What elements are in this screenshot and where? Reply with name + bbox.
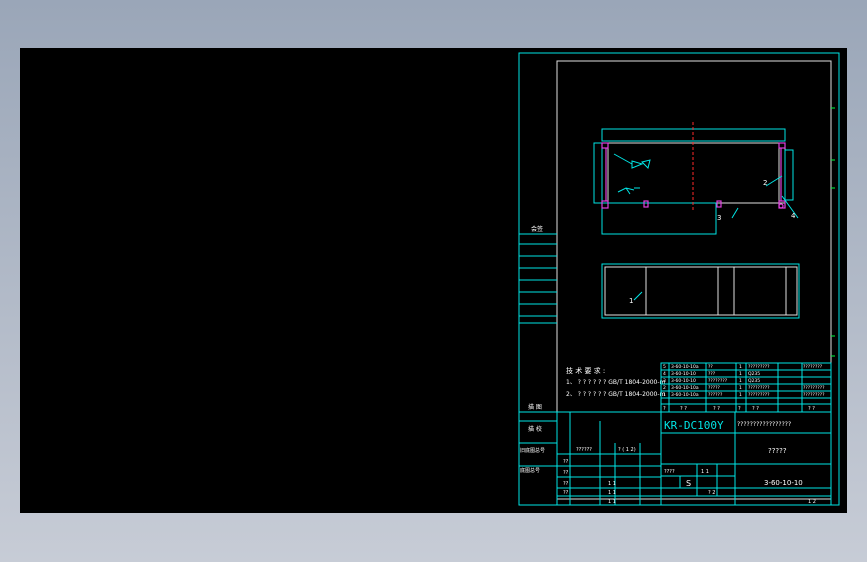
notes-line-1: 1、 ? ? ? ? ? ? GB/T 1804-2000-m xyxy=(566,379,666,386)
parts-list: 5 3-60-10-10a?? 1????????? ???????? 4 3-60-10… xyxy=(660,362,832,413)
parts-row-note: ???????? xyxy=(803,364,823,370)
label-jiaodui: 描 校 xyxy=(528,425,542,433)
drawing-sheet: 会签 2 4 3 1 技 术 要 求: 1、 ? ? ? ? ? ? GB/T… xyxy=(518,52,840,506)
cell-q2: ?? xyxy=(563,470,569,476)
name-cell: ????????????????? xyxy=(737,421,791,428)
notes-line-2: 2、 ? ? ? ? ? ? GB/T 1804-2000-m xyxy=(566,391,666,398)
date-2: ? ( 1 2) xyxy=(618,447,636,453)
parts-row-qty: 1 xyxy=(739,378,742,384)
drawing-number: 3-60-10-10 xyxy=(764,479,803,487)
cell-q4: ?? xyxy=(563,490,569,496)
label-sign-2: 底图总号 xyxy=(520,467,540,474)
right-edge-marks xyxy=(831,107,835,357)
parts-row-note: ????????? xyxy=(803,392,825,398)
parts-header-mat: ? ? xyxy=(752,406,759,412)
parts-row-name: ????? xyxy=(708,385,721,391)
parts-row-name: ?? xyxy=(708,364,713,370)
parts-row-name: ???????? xyxy=(708,378,728,384)
date-1: ?????? xyxy=(576,447,592,453)
label-huiqian: 会签 xyxy=(531,225,543,233)
parts-header-name: ? ? xyxy=(713,406,720,412)
callout-1: 1 xyxy=(629,297,633,305)
parts-row-no: 4 xyxy=(663,371,666,377)
parts-row-mat: Q235 xyxy=(748,378,760,384)
callout-2: 2 xyxy=(763,179,767,187)
parts-header-code: ? ? xyxy=(680,406,687,412)
parts-row-no: 3 xyxy=(663,378,666,384)
parts-row-mat: ????????? xyxy=(748,364,770,370)
cell-q1: ?? xyxy=(563,459,569,465)
parts-header-note: ? ? xyxy=(808,406,815,412)
parts-row-qty: 1 xyxy=(739,392,742,398)
parts-row-name: ?????? xyxy=(708,392,723,398)
sheet-1-1: 1 1 xyxy=(701,469,709,475)
sheet-2-2: ? 2 xyxy=(708,490,715,496)
sheet-outer-frame xyxy=(518,52,840,506)
notes-heading: 技 术 要 求 : xyxy=(566,366,605,375)
parts-row-no: 1 xyxy=(663,392,666,398)
title-block: 描 图 描 校 旧底图总号 底图总号 ?????? ? ( 1 2) ?? ??… xyxy=(518,403,832,506)
cell-one-b: 1 1 xyxy=(608,490,616,496)
parts-header-qty: ? xyxy=(738,406,741,412)
parts-row-note: ????????? xyxy=(803,385,825,391)
page-text: 1 2 xyxy=(808,499,816,505)
parts-row-code: 3-60-10-10a xyxy=(671,364,699,370)
cad-drawing-canvas[interactable]: 会签 2 4 3 1 技 术 要 求: 1、 ? ? ? ? ? ? GB/T… xyxy=(20,48,847,513)
count-cell: S xyxy=(686,479,691,488)
subtitle: ????? xyxy=(768,447,787,455)
label-sign-1: 旧底图总号 xyxy=(520,447,545,454)
parts-row-no: 2 xyxy=(663,385,666,391)
cell-one-c: 1 1 xyxy=(608,499,616,505)
parts-row-code: 3-60-10-10a xyxy=(671,392,699,398)
parts-row-name: ??? xyxy=(708,371,716,377)
parts-row-qty: 1 xyxy=(739,371,742,377)
parts-row-qty: 1 xyxy=(739,385,742,391)
technical-notes: 技 术 要 求 : 1、 ? ? ? ? ? ? GB/T 1804-2000-… xyxy=(566,366,666,398)
top-view-outline xyxy=(601,263,800,319)
cell-one-a: 1 1 xyxy=(608,481,616,487)
parts-row-mat: Q235 xyxy=(748,371,760,377)
callout-4: 4 xyxy=(791,212,796,220)
parts-row-mat: ????????? xyxy=(748,385,770,391)
front-view: 2 4 3 xyxy=(593,122,799,235)
parts-row-no: 5 xyxy=(663,364,666,370)
scale-text: ???? xyxy=(664,469,675,475)
callout-3: 3 xyxy=(717,214,721,222)
parts-row-qty: 1 xyxy=(739,364,742,370)
parts-row-code: 3-60-10-10a xyxy=(671,385,699,391)
base-box xyxy=(601,202,717,235)
model-code: KR-DC100Y xyxy=(664,419,724,432)
parts-row-code: 3-60-10-10 xyxy=(671,371,696,377)
parts-row-mat: ????????? xyxy=(748,392,770,398)
parts-header-no: ? xyxy=(663,406,666,412)
label-gongyi: 描 图 xyxy=(528,403,542,411)
top-view: 1 xyxy=(601,263,800,319)
cell-q3: ?? xyxy=(563,481,569,487)
parts-row-code: 3-60-10-10 xyxy=(671,378,696,384)
